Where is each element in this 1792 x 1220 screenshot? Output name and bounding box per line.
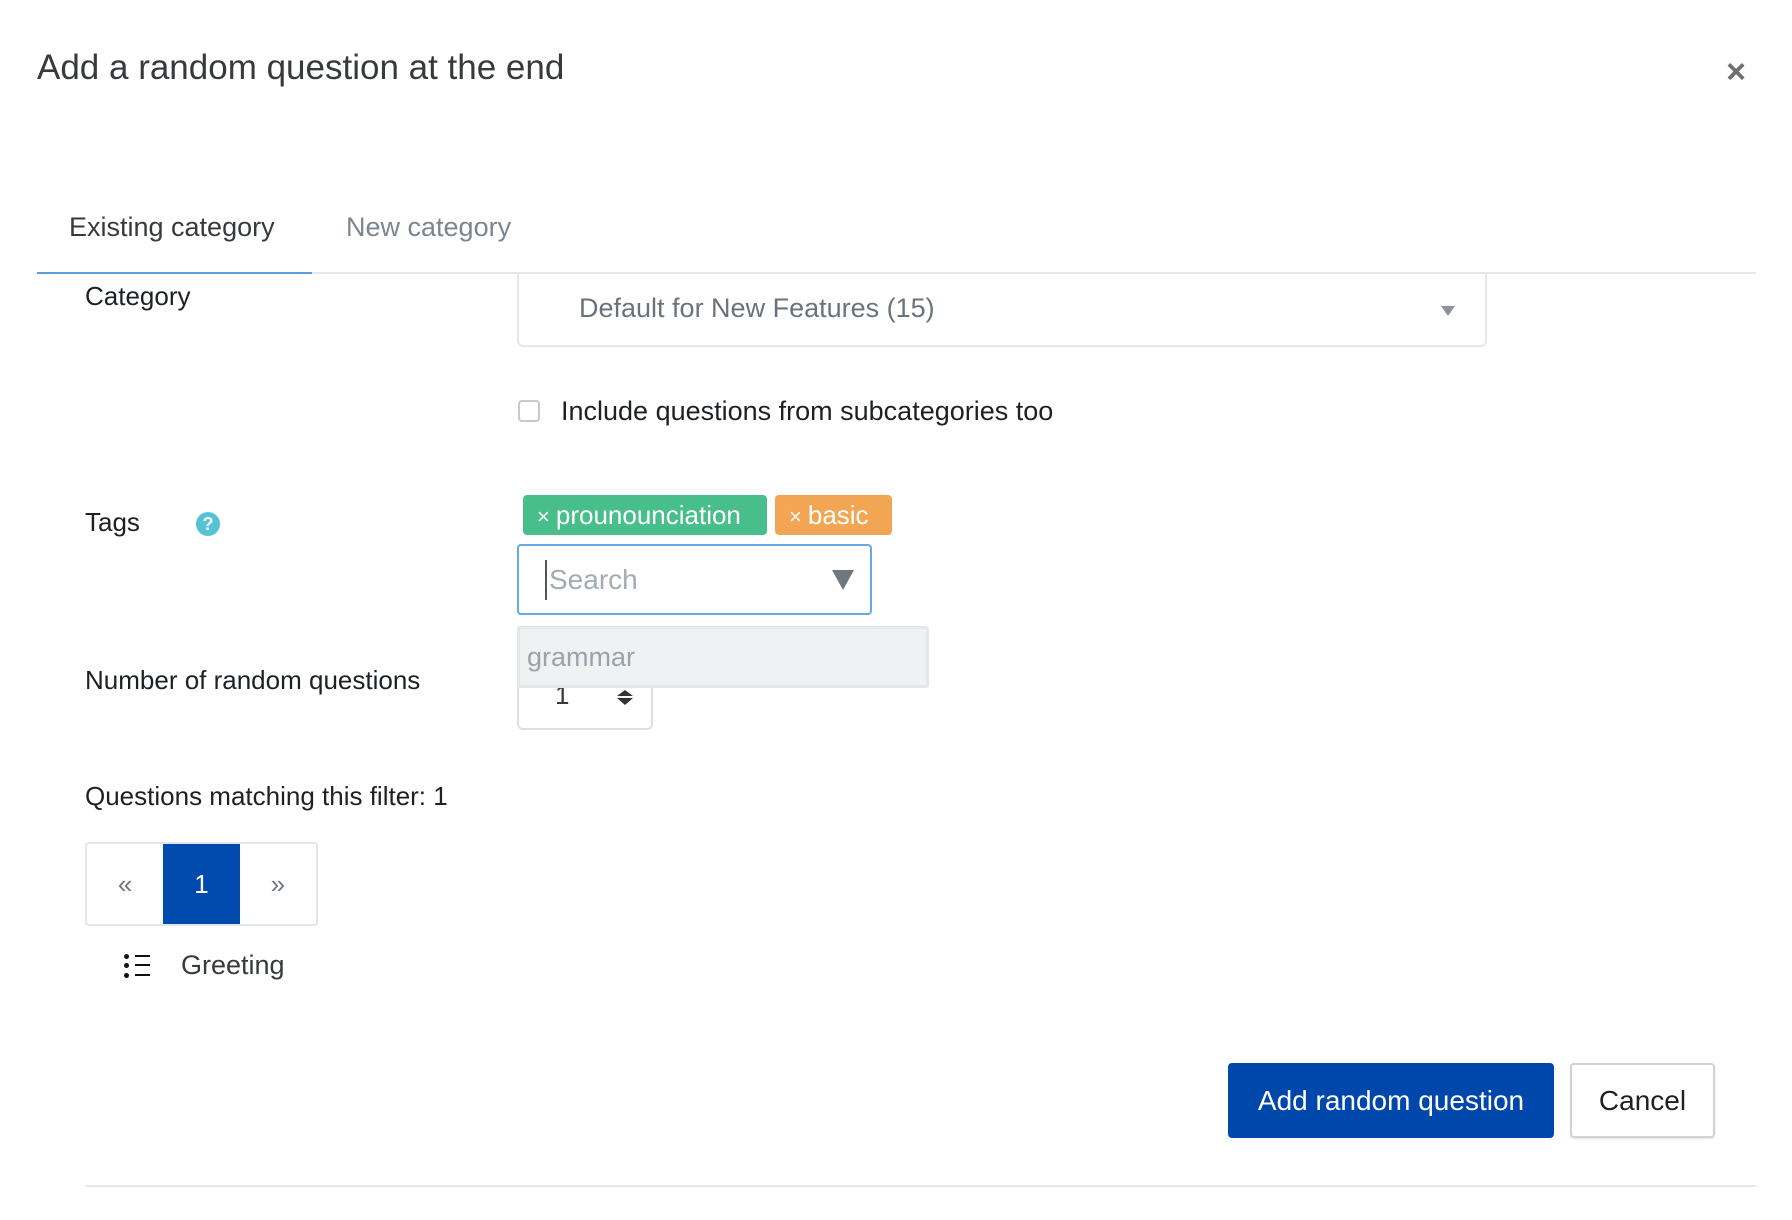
tab-new-category[interactable]: New category	[346, 212, 511, 243]
remove-tag-icon[interactable]: ×	[789, 504, 802, 529]
number-random-label: Number of random questions	[85, 665, 421, 695]
pagination: « 1 »	[85, 842, 318, 926]
pagination-next[interactable]: »	[240, 844, 316, 924]
remove-tag-icon[interactable]: ×	[537, 504, 550, 529]
tag-suggestions-dropdown: grammar	[517, 626, 929, 688]
question-item[interactable]: Greeting	[181, 950, 285, 981]
include-subcategories-checkbox[interactable]	[518, 400, 540, 422]
tag-label: prounounciation	[555, 500, 741, 530]
tab-existing-category[interactable]: Existing category	[69, 212, 275, 243]
category-label: Category	[85, 281, 191, 311]
footer-divider	[85, 1185, 1756, 1187]
close-icon[interactable]: ×	[1722, 54, 1750, 90]
suggestion-item[interactable]: grammar	[527, 642, 635, 673]
active-tab-indicator	[37, 272, 312, 274]
tag-label: basic	[807, 500, 869, 530]
tags-search-field[interactable]	[517, 544, 872, 615]
include-subcategories-label[interactable]: Include questions from subcategories too	[561, 396, 1053, 427]
list-icon	[124, 953, 150, 979]
tag-badge[interactable]: × basic	[775, 495, 892, 535]
category-select[interactable]: Default for New Features (15)	[517, 274, 1487, 347]
dialog-title: Add a random question at the end	[37, 48, 565, 87]
matching-count: Questions matching this filter: 1	[85, 781, 448, 811]
add-random-question-button[interactable]: Add random question	[1228, 1063, 1554, 1138]
tag-badge[interactable]: × prounounciation	[523, 495, 767, 535]
pagination-prev[interactable]: «	[87, 844, 163, 924]
cancel-button[interactable]: Cancel	[1570, 1063, 1715, 1138]
tags-search-input[interactable]	[545, 560, 799, 600]
category-selected-value: Default for New Features (15)	[579, 293, 935, 323]
select-arrows-icon[interactable]	[617, 690, 633, 705]
help-icon[interactable]: ?	[196, 512, 220, 536]
tags-label: Tags	[85, 507, 140, 537]
pagination-current[interactable]: 1	[163, 844, 240, 924]
chevron-down-icon	[1441, 306, 1455, 316]
dropdown-arrow-icon[interactable]	[832, 570, 854, 590]
